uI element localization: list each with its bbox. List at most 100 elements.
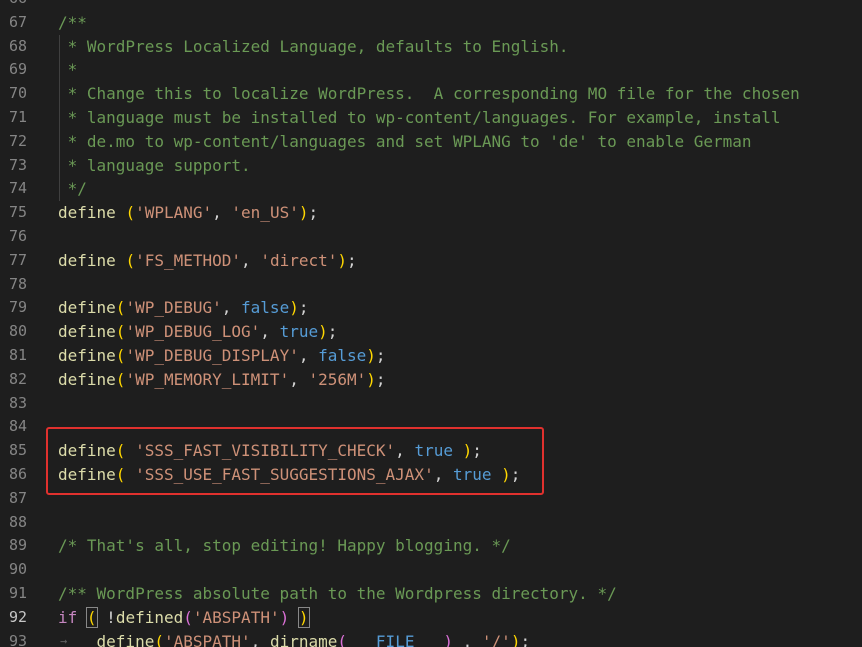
code-text: define('WP_DEBUG_LOG', true);: [58, 320, 337, 344]
code-line[interactable]: 75 define ('WPLANG', 'en_US');: [0, 201, 862, 225]
code-token: if: [58, 607, 78, 627]
code-token: ,: [241, 250, 261, 270]
code-token: ): [510, 631, 521, 647]
code-token: ;: [375, 345, 386, 365]
line-number: 77: [8, 250, 27, 269]
code-token: true: [414, 441, 453, 461]
line-number: 85: [8, 441, 27, 460]
code-line[interactable]: 83: [0, 392, 862, 416]
code-line[interactable]: 85 define( 'SSS_FAST_VISIBILITY_CHECK', t…: [0, 439, 862, 463]
code-line[interactable]: 78: [0, 273, 862, 297]
line-number: 90: [8, 560, 27, 579]
code-token: /**: [58, 12, 87, 32]
code-text: /** WordPress absolute path to the Wordp…: [58, 582, 617, 606]
line-number: 72: [8, 131, 27, 150]
code-token: define: [58, 250, 116, 270]
code-token: define: [96, 631, 155, 647]
line-number: 74: [8, 179, 27, 198]
code-token: */: [58, 179, 87, 199]
code-token: * language must be installed to wp-conte…: [58, 107, 781, 127]
code-line[interactable]: 81 define('WP_DEBUG_DISPLAY', false);: [0, 344, 862, 368]
code-line[interactable]: 76: [0, 225, 862, 249]
code-token: __FILE__: [356, 631, 434, 647]
code-token: ): [318, 322, 328, 342]
code-line[interactable]: 88: [0, 511, 862, 535]
code-line[interactable]: 92 if ( !defined('ABSPATH') ): [0, 606, 862, 630]
code-token: 'ABSPATH': [163, 631, 251, 647]
code-token: ,: [212, 203, 232, 223]
code-token: *: [58, 60, 78, 80]
code-token: (: [125, 203, 136, 223]
code-token: ): [297, 606, 310, 628]
code-line[interactable]: 90: [0, 558, 862, 582]
code-token: 'FS_METHOD': [135, 250, 242, 270]
code-token: ,: [395, 441, 415, 461]
code-token: ,: [298, 345, 319, 365]
code-line[interactable]: 66: [0, 0, 862, 11]
code-line[interactable]: 67 /**: [0, 11, 862, 35]
code-token: define: [58, 369, 116, 389]
line-number: 80: [8, 322, 27, 341]
code-line[interactable]: 93 → define('ABSPATH', dirname( __FILE__ …: [0, 630, 862, 647]
code-token: ,: [433, 464, 453, 484]
code-token: (: [337, 631, 348, 647]
line-number: 73: [8, 155, 27, 174]
code-line[interactable]: 84: [0, 415, 862, 439]
code-line[interactable]: 69 *: [0, 58, 862, 83]
code-editor[interactable]: 6667/**68 * WordPress Localized Language…: [0, 0, 862, 647]
code-token: 'WP_DEBUG_DISPLAY': [125, 345, 299, 365]
code-line[interactable]: 87: [0, 487, 862, 511]
code-line[interactable]: 82 define('WP_MEMORY_LIMIT', '256M');: [0, 368, 862, 392]
code-line[interactable]: 74 */: [0, 177, 862, 202]
code-token: ): [366, 369, 376, 389]
code-line[interactable]: 70 * Change this to localize WordPress. …: [0, 82, 862, 106]
code-text: define('ABSPATH', dirname( __FILE__ ) . …: [58, 630, 531, 647]
line-number: 78: [8, 274, 27, 293]
code-line[interactable]: 77 define ('FS_METHOD', 'direct');: [0, 249, 862, 273]
code-token: 'en_US': [231, 203, 299, 223]
line-number: 88: [8, 512, 27, 531]
code-line[interactable]: 72 * de.mo to wp-content/languages and s…: [0, 129, 862, 154]
code-token: (: [183, 607, 193, 627]
line-number: 89: [8, 536, 27, 555]
code-text: * language support.: [58, 154, 251, 178]
code-text: * de.mo to wp-content/languages and set …: [58, 130, 752, 154]
code-line[interactable]: 89 /* That's all, stop editing! Happy blo…: [0, 534, 862, 558]
code-token: 'WP_DEBUG_LOG': [125, 322, 261, 342]
code-token: ;: [472, 441, 482, 461]
code-token: ;: [327, 322, 338, 342]
code-line[interactable]: 71 * language must be installed to wp-co…: [0, 105, 862, 130]
line-number: 68: [8, 36, 27, 55]
code-line[interactable]: 80 define('WP_DEBUG_LOG', true);: [0, 320, 862, 344]
code-token: /** WordPress absolute path to the Wordp…: [58, 583, 617, 603]
code-token: ): [279, 607, 290, 627]
code-token: define: [58, 441, 116, 461]
code-token: '256M': [308, 369, 367, 389]
code-token: false: [318, 345, 367, 365]
code-line[interactable]: 86 define( 'SSS_USE_FAST_SUGGESTIONS_AJAX…: [0, 463, 862, 487]
code-line[interactable]: 73 * language support.: [0, 153, 862, 178]
code-token: (: [115, 369, 126, 389]
code-token: ;: [298, 298, 309, 318]
code-token: (: [154, 631, 164, 647]
code-text: define ('WPLANG', 'en_US');: [58, 201, 318, 225]
code-text: *: [58, 58, 78, 82]
code-line[interactable]: 91 /** WordPress absolute path to the Wor…: [0, 582, 862, 606]
line-number: 71: [8, 107, 27, 126]
code-token: define: [58, 322, 116, 342]
code-text: define ('FS_METHOD', 'direct');: [58, 249, 357, 273]
code-token: (: [125, 250, 136, 270]
line-number: 76: [8, 226, 27, 245]
code-token: defined: [115, 607, 184, 627]
code-line[interactable]: 68 * WordPress Localized Language, defau…: [0, 34, 862, 59]
code-token: false: [241, 298, 290, 318]
code-line[interactable]: 79 define('WP_DEBUG', false);: [0, 296, 862, 320]
code-text: * WordPress Localized Language, defaults…: [58, 35, 569, 59]
code-token: (: [85, 606, 98, 628]
code-text: define( 'SSS_FAST_VISIBILITY_CHECK', tru…: [58, 439, 482, 463]
